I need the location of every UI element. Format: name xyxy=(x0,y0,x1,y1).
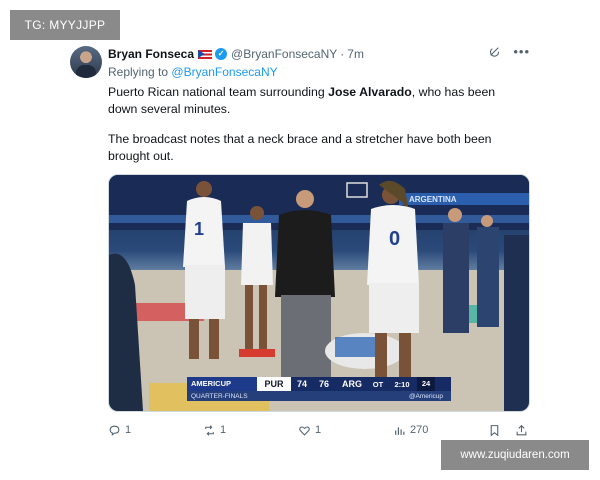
coach-shirt xyxy=(275,210,335,297)
tweet-card[interactable]: Bryan Fonseca ✓ @BryanFonsecaNY · 7m •••… xyxy=(64,40,536,440)
grok-icon[interactable] xyxy=(489,46,501,58)
period: OT xyxy=(372,379,384,389)
author-name[interactable]: Bryan Fonseca xyxy=(108,47,194,61)
official-head xyxy=(448,208,462,222)
like-icon xyxy=(299,425,310,436)
views-icon xyxy=(395,426,405,435)
scorebug-top: AMERICUP PUR 74 76 ARG OT 2:10 24 xyxy=(187,377,451,391)
official-body xyxy=(443,223,469,333)
replying-label: Replying to xyxy=(108,65,169,79)
more-icon[interactable]: ••• xyxy=(513,45,530,58)
views-button[interactable]: 270 xyxy=(393,424,488,437)
repost-icon xyxy=(205,424,214,436)
tweet-paragraph-1: Puerto Rican national team surrounding J… xyxy=(108,84,518,118)
bookmark-icon[interactable] xyxy=(488,424,501,437)
tweet-actions: 1 1 1 270 xyxy=(108,422,528,438)
separator-dot: · xyxy=(340,47,345,61)
court-banner-text: ARGENTINA xyxy=(409,195,457,204)
broadcast-source: @Americup xyxy=(408,392,443,400)
timestamp[interactable]: 7m xyxy=(347,47,364,61)
game-clock: 2:10 xyxy=(394,379,410,389)
team2-score: 76 xyxy=(318,379,329,389)
shot-clock: 24 xyxy=(417,377,435,391)
round-label: QUARTER-FINALS xyxy=(191,392,248,400)
staff-right xyxy=(504,235,529,411)
tweet-photo[interactable]: ARGENTINA 1 0 AMERICUP PUR 74 76 ARG OT … xyxy=(108,174,530,412)
view-count: 270 xyxy=(410,424,429,436)
puerto-rico-flag-icon xyxy=(198,49,213,59)
repost-button[interactable]: 1 xyxy=(203,424,298,437)
author-handle[interactable]: @BryanFonsecaNY xyxy=(231,47,337,61)
team1-abbr: PUR xyxy=(257,377,291,391)
official-head xyxy=(481,215,493,227)
tweet-paragraph-2: The broadcast notes that a neck brace an… xyxy=(108,132,492,163)
reply-icon xyxy=(109,425,120,436)
verified-badge-icon: ✓ xyxy=(215,48,228,60)
text-segment: Puerto Rican national team surrounding xyxy=(108,85,329,99)
tweet-header: Bryan Fonseca ✓ @BryanFonsecaNY · 7m xyxy=(108,46,536,62)
player-head xyxy=(250,206,264,220)
team2-abbr: ARG xyxy=(342,379,362,389)
player-leg xyxy=(375,333,387,383)
player-leg xyxy=(245,285,253,351)
reply-button[interactable]: 1 xyxy=(108,424,203,437)
basketball-scene: ARGENTINA 1 0 xyxy=(109,175,529,411)
player-head xyxy=(196,181,212,197)
site-watermark: www.zuqiudaren.com xyxy=(441,440,589,470)
player-shorts xyxy=(369,283,419,333)
player-name: Jose Alvarado xyxy=(328,85,412,99)
repost-count: 1 xyxy=(220,424,227,436)
player-leg xyxy=(189,319,199,359)
jersey-number-1: 1 xyxy=(194,219,204,239)
coach-pants xyxy=(281,295,331,379)
reply-count: 1 xyxy=(125,424,132,436)
tweet-text: Puerto Rican national team surrounding J… xyxy=(108,84,518,165)
like-button[interactable]: 1 xyxy=(298,424,393,437)
player-leg xyxy=(209,319,219,359)
secondary-actions xyxy=(488,424,528,437)
tv-scorebug: AMERICUP PUR 74 76 ARG OT 2:10 24 QUARTE… xyxy=(187,377,451,401)
player-shorts xyxy=(185,265,225,319)
replying-to-mention[interactable]: @BryanFonsecaNY xyxy=(171,65,277,79)
team1-score: 74 xyxy=(296,379,307,389)
player-jersey xyxy=(241,223,273,285)
competition-name: AMERICUP xyxy=(187,377,257,391)
player-leg xyxy=(399,333,411,383)
scorebug-bottom: QUARTER-FINALS @Americup xyxy=(187,391,451,401)
sneakers xyxy=(239,349,275,357)
tg-tag-overlay: TG: MYYJJPP xyxy=(10,10,120,40)
replying-to-line: Replying to @BryanFonsecaNY xyxy=(108,65,278,79)
official-body xyxy=(477,227,499,327)
share-icon[interactable] xyxy=(515,424,528,437)
header-actions: ••• xyxy=(489,45,530,58)
jersey-number-0: 0 xyxy=(389,228,400,250)
like-count: 1 xyxy=(315,424,322,436)
coach-head xyxy=(296,190,314,208)
player-leg xyxy=(259,285,267,351)
avatar[interactable] xyxy=(70,46,102,78)
